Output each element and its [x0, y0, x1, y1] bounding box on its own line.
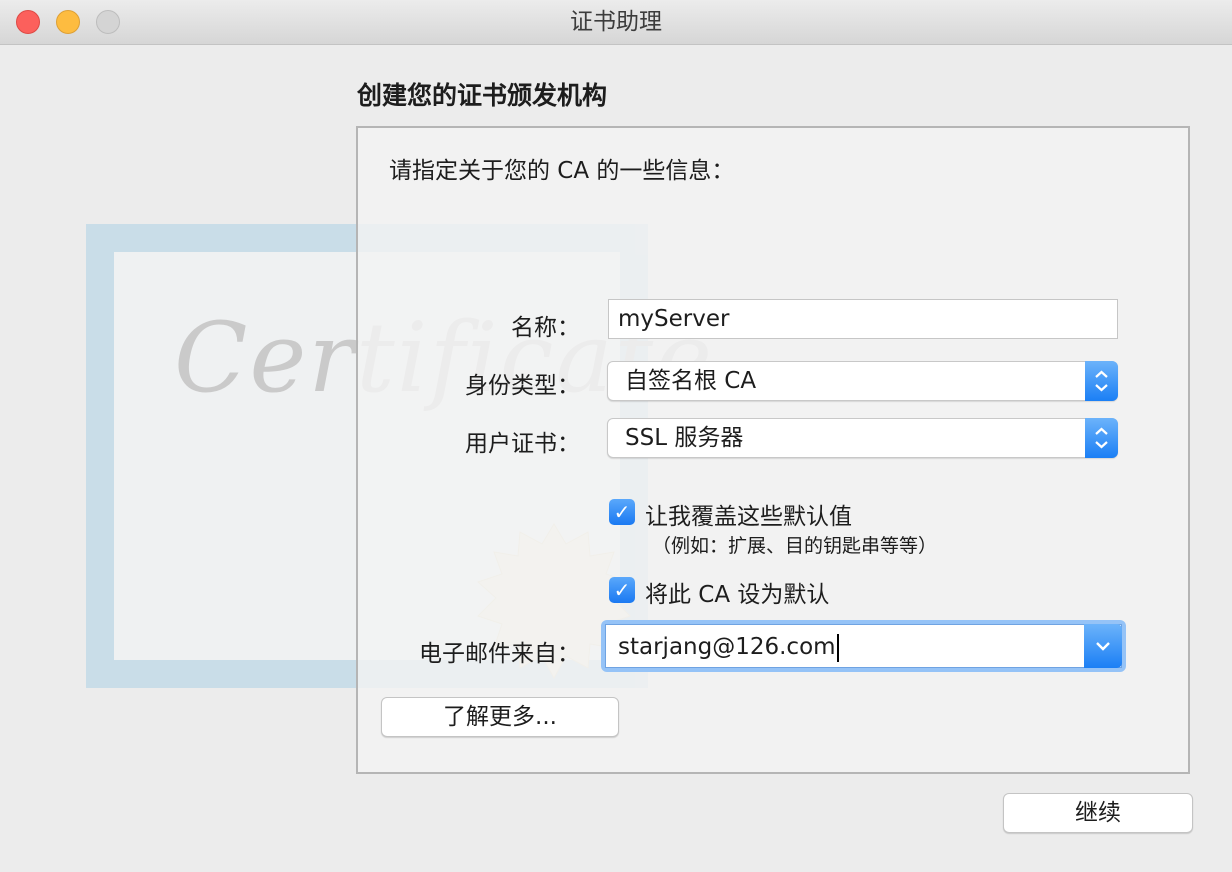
certificate-assistant-window: 证书助理 Certificate 创建您的证书颁发机构 请指定关于您的 CA 的…	[0, 0, 1232, 872]
name-label: 名称：	[511, 315, 580, 341]
email-from-combobox[interactable]: starjang@126.com	[605, 624, 1122, 668]
user-certificate-label: 用户证书：	[465, 431, 580, 457]
identity-type-select[interactable]: 自签名根 CA	[607, 361, 1118, 401]
form-prompt: 请指定关于您的 CA 的一些信息：	[389, 158, 735, 184]
override-defaults-checkbox[interactable]: ✓	[609, 499, 635, 525]
checkmark-icon: ✓	[613, 500, 631, 524]
override-defaults-note: （例如：扩展、目的钥匙串等等）	[652, 535, 938, 557]
page-title: 创建您的证书颁发机构	[357, 81, 608, 110]
override-defaults-label[interactable]: 让我覆盖这些默认值	[645, 497, 852, 531]
learn-more-button[interactable]: 了解更多...	[381, 697, 619, 737]
email-from-label: 电子邮件来自：	[419, 641, 580, 667]
make-default-ca-checkbox[interactable]: ✓	[609, 577, 635, 603]
chevron-down-icon[interactable]	[1084, 624, 1122, 668]
email-from-value: starjang@126.com	[618, 625, 839, 669]
identity-type-label: 身份类型：	[465, 373, 580, 399]
up-down-chevron-icon	[1085, 361, 1118, 401]
title-bar[interactable]: 证书助理	[0, 0, 1232, 45]
name-input-value: myServer	[618, 306, 730, 332]
continue-button[interactable]: 继续	[1003, 793, 1193, 833]
checkmark-icon: ✓	[613, 578, 631, 602]
name-input[interactable]: myServer	[608, 299, 1118, 339]
up-down-chevron-icon	[1085, 418, 1118, 458]
user-certificate-select[interactable]: SSL 服务器	[607, 418, 1118, 458]
identity-type-value: 自签名根 CA	[625, 368, 757, 394]
user-certificate-value: SSL 服务器	[625, 425, 744, 451]
window-title: 证书助理	[570, 9, 662, 35]
make-default-ca-label[interactable]: 将此 CA 设为默认	[645, 575, 829, 609]
text-caret	[836, 633, 839, 662]
